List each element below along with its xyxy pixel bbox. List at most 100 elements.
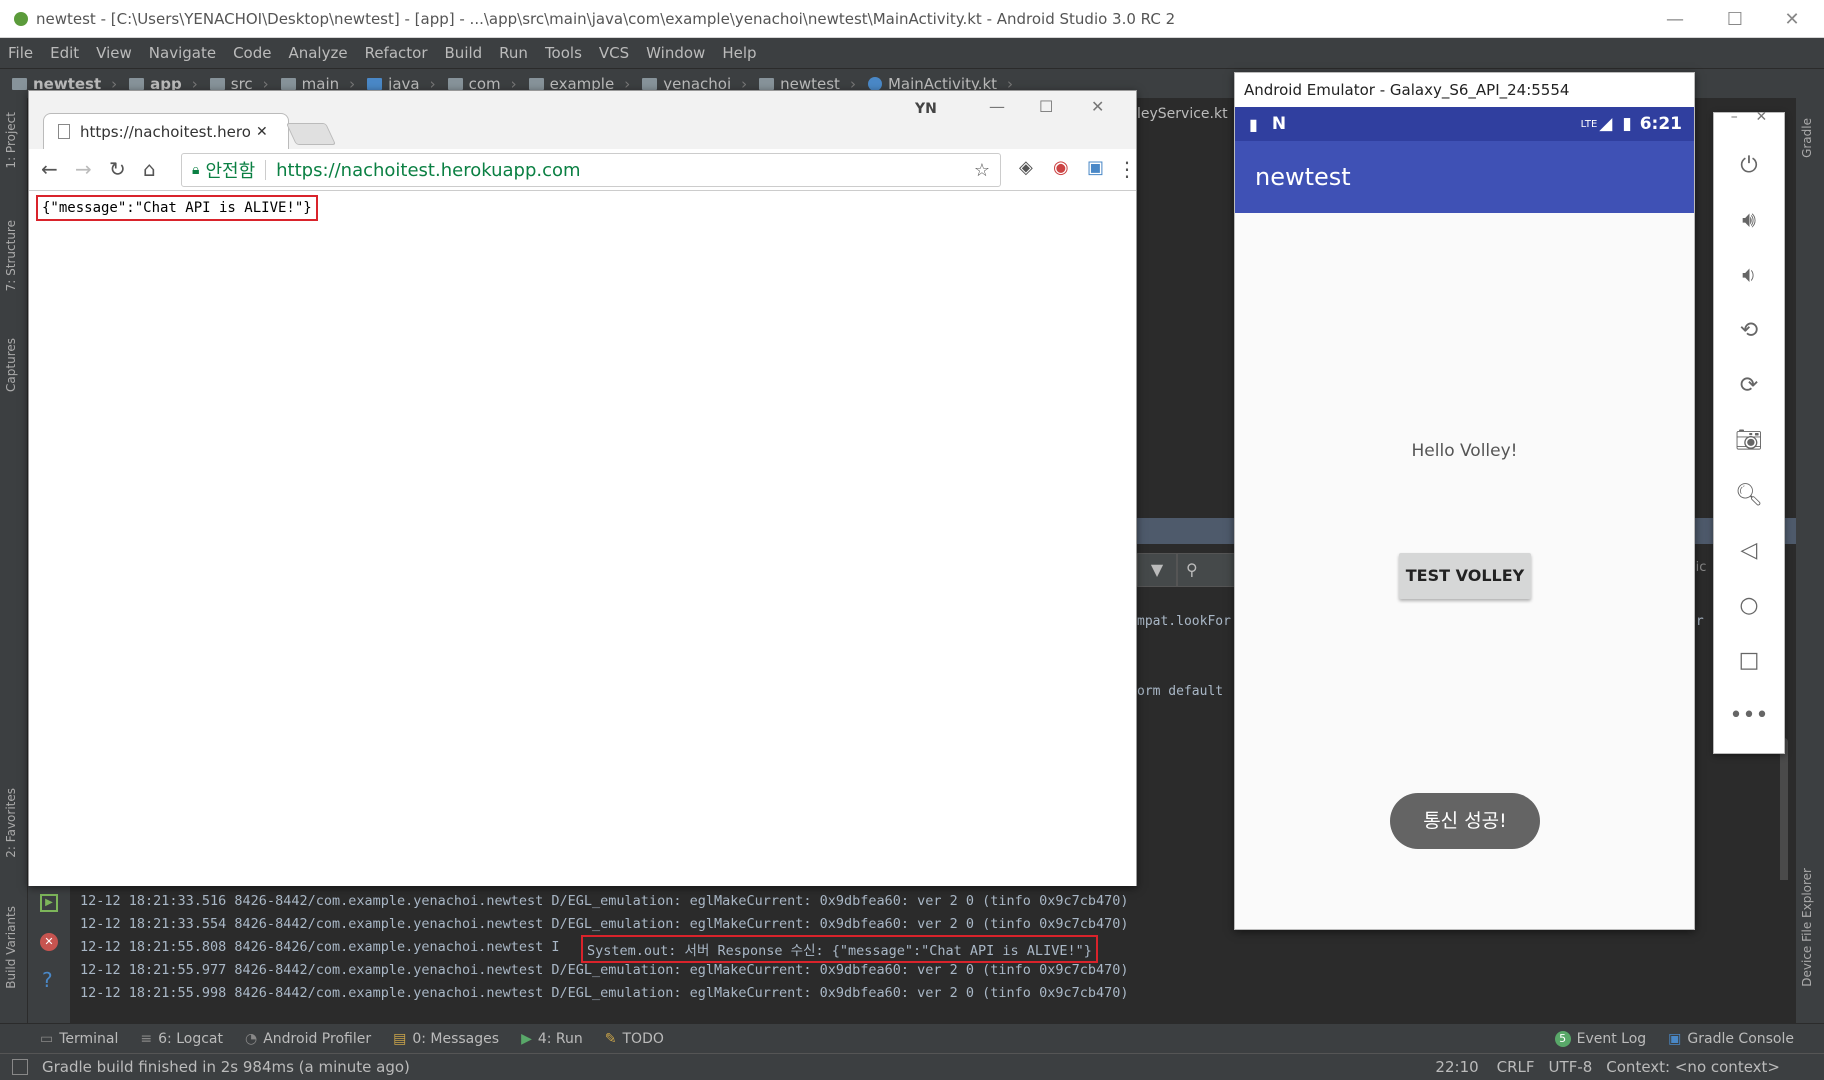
tab-structure[interactable]: 7: Structure [4,220,18,291]
close-button[interactable]: ✕ [1762,0,1822,38]
rotate-right-icon[interactable]: ⟳ [1714,373,1784,398]
right-tool-strip: Gradle Device File Explorer [1796,98,1824,1023]
chrome-toolbar: ← → ↻ ⌂ 🔒︎ 안전함 https://nachoitest.heroku… [29,149,1137,191]
menu-refactor[interactable]: Refactor [365,44,428,62]
tab-favorites[interactable]: 2: Favorites [4,788,18,858]
restart-icon[interactable]: ▶ [40,894,58,912]
menu-analyze[interactable]: Analyze [288,44,347,62]
status-bar: Gradle build finished in 2s 984ms (a min… [0,1053,1824,1080]
menu-vcs[interactable]: VCS [599,44,629,62]
star-icon[interactable]: ☆ [974,160,990,181]
pocket-icon[interactable]: ◈ [1019,157,1033,178]
dropdown-arrow-icon[interactable]: ▼ [1137,553,1177,587]
battery-icon: ▮ [1622,114,1632,134]
profiler-icon: ◔ [245,1030,258,1047]
menu-bar: File Edit View Navigate Code Analyze Ref… [0,38,1824,68]
forward-icon[interactable]: → [75,157,92,181]
android-studio-icon [14,11,28,26]
toggle-tool-windows-icon[interactable] [12,1059,28,1075]
maximize-button[interactable]: ☐ [1039,97,1053,116]
menu-navigate[interactable]: Navigate [149,44,216,62]
tab-gradle-console[interactable]: ▣ Gradle Console [1668,1031,1794,1047]
tab-gradle[interactable]: Gradle [1800,118,1814,158]
menu-view[interactable]: View [96,44,132,62]
menu-edit[interactable]: Edit [50,44,79,62]
menu-tools[interactable]: Tools [545,44,582,62]
more-icon[interactable]: ••• [1714,703,1784,728]
close-tab-icon[interactable]: ✕ [256,124,268,140]
emu-window-buttons[interactable]: – ✕ [1714,109,1784,125]
new-tab-button[interactable] [285,123,337,145]
tab-messages[interactable]: ▤ 0: Messages [393,1031,499,1047]
profile-badge[interactable]: YN [915,101,937,117]
folder-icon [280,77,296,90]
event-log-badge: 5 [1554,1030,1571,1047]
reload-icon[interactable]: ↻ [109,157,126,181]
test-volley-button[interactable]: TEST VOLLEY [1399,553,1531,599]
page-body: {"message":"Chat API is ALIVE!"} [29,192,1136,886]
tab-android-profiler[interactable]: ◔ Android Profiler [245,1031,371,1047]
todo-icon: ✎ [604,1030,617,1047]
volume-down-icon[interactable]: 🔉︎ [1714,263,1784,288]
zoom-icon[interactable]: 🔍︎ [1714,483,1784,508]
logcat-icon: ≡ [140,1030,153,1047]
context-indicator[interactable]: Context: <no context> [1606,1058,1780,1076]
back-icon[interactable]: ◁ [1714,538,1784,563]
tab-build-variants[interactable]: Build Variants [4,906,18,989]
divider [265,160,267,180]
network-label: LTE [1580,118,1598,130]
overview-icon[interactable]: □ [1714,648,1784,673]
menu-run[interactable]: Run [499,44,528,62]
help-icon[interactable]: ? [42,968,53,992]
menu-icon[interactable]: ⋮ [1117,157,1137,181]
tool-window-bar: ▭ Terminal ≡ 6: Logcat ◔ Android Profiler ▤… [0,1023,1824,1053]
close-button[interactable]: ✕ [1091,97,1104,116]
menu-code[interactable]: Code [233,44,271,62]
home-icon[interactable]: ⌂ [143,157,156,181]
window-title: newtest - [C:\Users\YENACHOI\Desktop\new… [36,9,1176,28]
editor-file-tab[interactable]: leyService.kt [1137,106,1228,122]
address-bar[interactable]: 🔒︎ 안전함 https://nachoitest.herokuapp.com … [181,153,1001,187]
tab-captures[interactable]: Captures [4,338,18,392]
left-tool-strip: 1: Project 7: Structure Captures 2: Favo… [0,98,28,1023]
menu-build[interactable]: Build [445,44,483,62]
clear-log-icon[interactable]: ✕ [40,933,58,951]
menu-help[interactable]: Help [722,44,756,62]
file-encoding[interactable]: UTF-8 [1549,1058,1593,1076]
page-icon [58,124,70,139]
tab-logcat[interactable]: ≡ 6: Logcat [140,1031,223,1047]
maximize-button[interactable]: ☐ [1705,0,1765,38]
home-icon[interactable]: ○ [1714,593,1784,618]
line-separator[interactable]: CRLF [1497,1058,1535,1076]
menu-file[interactable]: File [8,44,33,62]
app-content: Hello Volley! TEST VOLLEY 통신 성공! [1235,213,1694,929]
tab-project[interactable]: 1: Project [4,112,18,169]
sd-card-icon: ▮ [1249,114,1258,134]
tab-device-file-explorer[interactable]: Device File Explorer [1800,868,1814,987]
cursor-position[interactable]: 22:10 [1435,1058,1478,1076]
tab-todo[interactable]: ✎ TODO [605,1031,664,1047]
menu-window[interactable]: Window [646,44,705,62]
chrome-tab[interactable]: https://nachoitest.heroku ✕ [43,113,289,149]
back-icon[interactable]: ← [41,157,58,181]
extension-icon[interactable]: ◉ [1053,157,1069,178]
rotate-left-icon[interactable]: ⟲ [1714,318,1784,343]
chrome-window: https://nachoitest.heroku ✕ YN — ☐ ✕ ← →… [28,90,1137,886]
extension-icon-2[interactable]: ▣ [1087,157,1104,178]
volume-up-icon[interactable]: 🔊︎ [1714,208,1784,233]
power-icon[interactable]: ⏻ [1714,153,1784,178]
emulator-window: Android Emulator - Galaxy_S6_API_24:5554… [1234,72,1695,930]
messages-icon: ▤ [393,1030,407,1047]
toast-message: 통신 성공! [1390,793,1540,849]
signal-icon: ◢ [1599,114,1613,134]
emulator-controls: – ✕ ⏻ 🔊︎ 🔉︎ ⟲ ⟳ 📷︎ 🔍︎ ◁ ○ □ ••• [1713,109,1785,754]
minimize-button[interactable]: — [989,97,1005,116]
clock: 6:21 [1639,114,1682,134]
run-icon: ▶ [521,1030,532,1047]
tab-run[interactable]: ▶ 4: Run [521,1031,583,1047]
log-line: 12-12 18:21:33.554 8426-8442/com.example… [80,916,1129,932]
minimize-button[interactable]: — [1645,0,1705,38]
tab-event-log[interactable]: 5 Event Log [1554,1030,1646,1047]
camera-icon[interactable]: 📷︎ [1714,428,1784,453]
tab-terminal[interactable]: ▭ Terminal [40,1031,118,1047]
